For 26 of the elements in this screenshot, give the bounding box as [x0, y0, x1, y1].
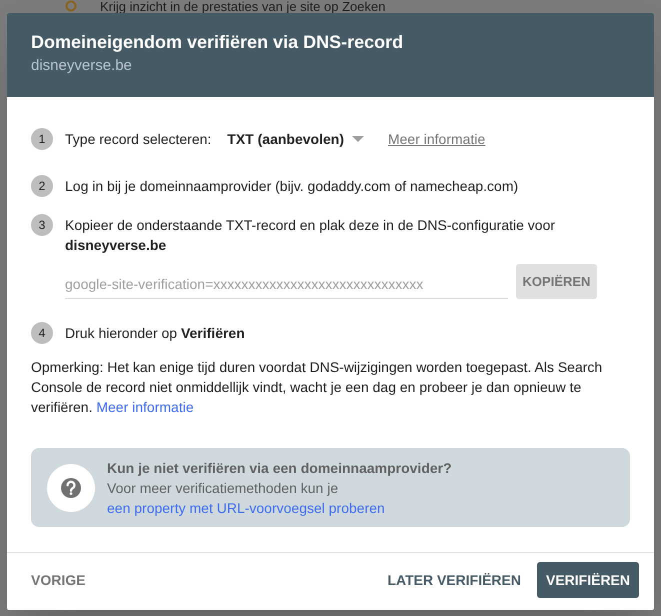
step-number: 4 — [31, 322, 53, 344]
copy-button[interactable]: KOPIËREN — [516, 264, 597, 299]
step-number: 2 — [31, 175, 53, 197]
verify-later-button[interactable]: LATER VERIFIËREN — [379, 562, 529, 598]
help-icon — [47, 464, 95, 512]
more-info-link[interactable]: Meer informatie — [388, 129, 486, 149]
record-type-select[interactable]: TXT (aanbevolen) — [227, 129, 364, 149]
ring-icon — [65, 0, 77, 12]
verify-button[interactable]: VERIFIËREN — [536, 562, 639, 598]
info-text: Voor meer verificatiemethoden kun je — [107, 478, 340, 498]
step-label: Type record selecteren: — [65, 130, 212, 149]
step-text: Log in bij je domeinnaamprovider (bijv. godaddy.com of namecheap.com) — [65, 177, 518, 196]
dialog-title: Domeineigendom verifiëren via DNS-record — [31, 31, 404, 54]
step-text: Kopieer de onderstaande TXT-record en plak deze in de DNS-configuratie voor disneyverse.be — [65, 216, 556, 255]
info-title: Kun je niet verifiëren via een domeinnaamprovider? — [107, 458, 452, 478]
step-number: 3 — [31, 214, 53, 236]
step-number: 1 — [31, 128, 53, 150]
url-prefix-link[interactable]: een property met URL-voorvoegsel proberen — [107, 498, 385, 518]
txt-record-field[interactable]: google-site-verification=xxxxxxxxxxxxxxxxxxxxxxxxxxxxxx — [65, 270, 508, 298]
note-text: Opmerking: Het kan enige tijd duren voordat DNS-wijzigingen worden toegepast. Als Search Console de record niet onmiddellijk vindt, wacht je een dag en probeer je dan opnieuw te verifiëren. Meer informatie — [31, 358, 604, 417]
back-button[interactable]: VORIGE — [23, 562, 94, 598]
step-text: Druk hieronder op Verifiëren — [65, 324, 245, 343]
page-heading: Krijg inzicht in de prestaties van je site op Zoeken — [100, 0, 386, 13]
more-info-link[interactable]: Meer informatie — [96, 399, 194, 415]
dialog-subtitle: disneyverse.be — [31, 56, 133, 76]
caret-icon — [352, 136, 364, 142]
